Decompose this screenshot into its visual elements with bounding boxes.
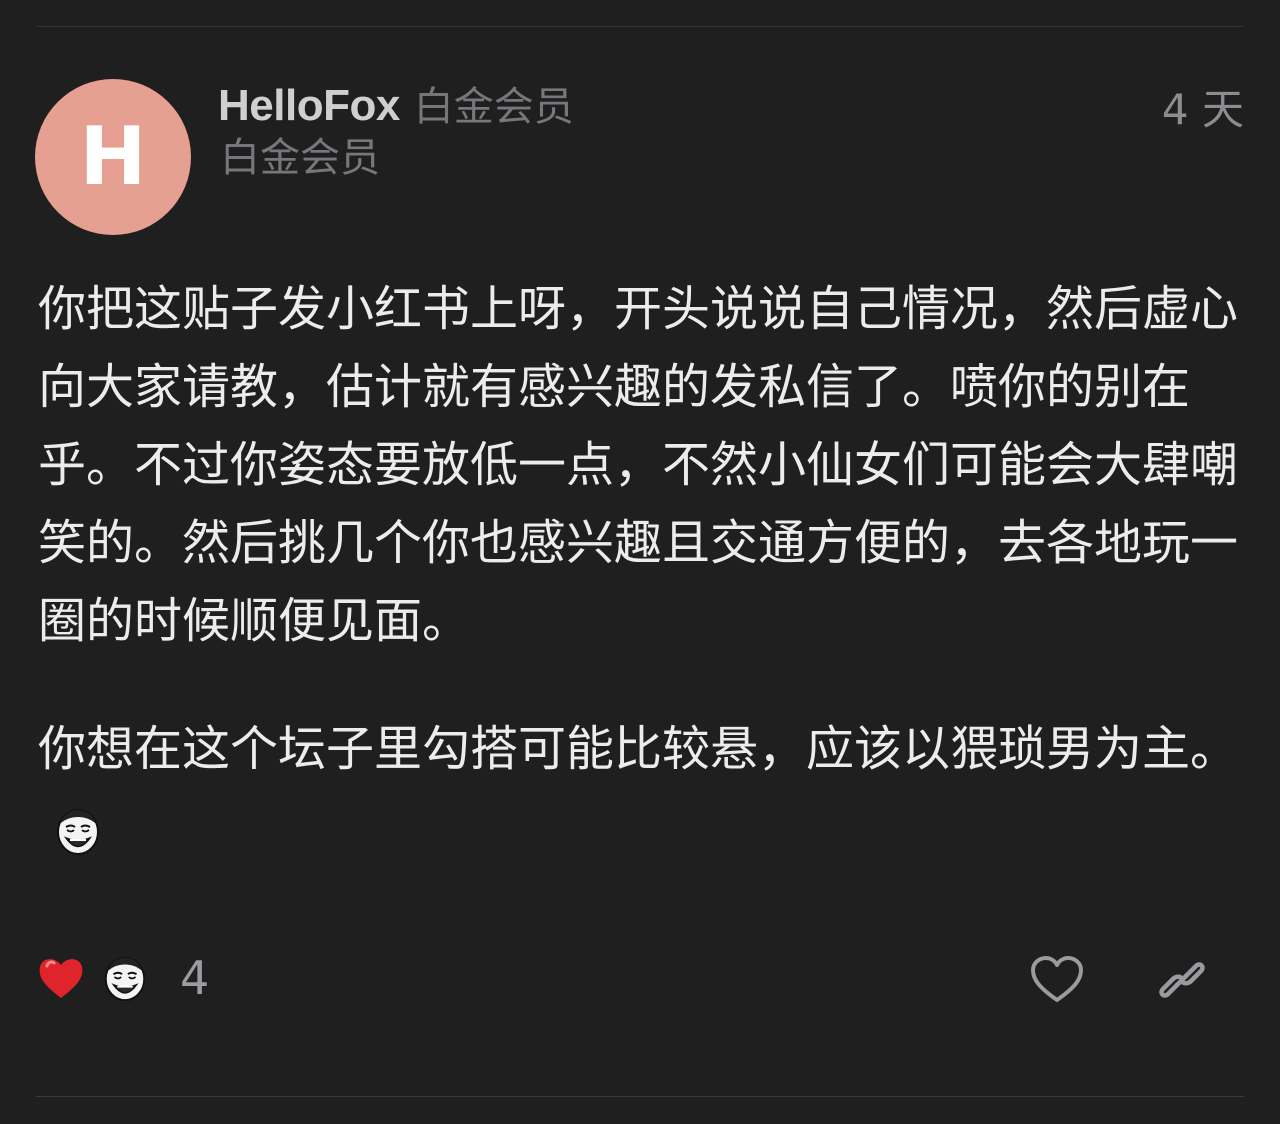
avatar[interactable]: H — [35, 79, 191, 235]
post-timestamp: 4 天 — [1161, 85, 1244, 134]
red-heart-icon[interactable] — [36, 953, 86, 1003]
post-paragraph-2: 你想在这个坛子里勾搭可能比较悬，应该以猥琐男为主。 — [38, 710, 1242, 866]
post-paragraph-1: 你把这贴子发小红书上呀，开头说说自己情况，然后虚心向大家请教，估计就有感兴趣的发… — [38, 281, 1239, 649]
heart-outline-icon — [1028, 954, 1086, 1006]
laughing-meme-face-icon — [52, 805, 104, 857]
top-divider — [36, 26, 1244, 27]
username[interactable]: HelloFox — [218, 81, 400, 130]
post-card: H HelloFox 白金会员 白金会员 4 天 你把这贴子发小红书上呀，开头说说… — [0, 0, 1280, 1124]
link-icon — [1156, 954, 1208, 1006]
bottom-divider — [36, 1096, 1244, 1097]
member-badge: 白金会员 — [413, 84, 574, 130]
avatar-letter: H — [79, 110, 147, 203]
reaction-count: 4 — [180, 951, 210, 1005]
copy-link-button[interactable] — [1156, 954, 1208, 1006]
reactions-bar: 4 — [36, 948, 209, 1008]
post-content: 你把这贴子发小红书上呀，开头说说自己情况，然后虚心向大家请教，估计就有感兴趣的发… — [38, 270, 1242, 866]
post-paragraph-2-text: 你想在这个坛子里勾搭可能比较悬，应该以猥琐男为主。 — [38, 721, 1239, 777]
member-title: 白金会员 — [220, 135, 380, 181]
laughing-meme-face-icon[interactable] — [100, 953, 150, 1003]
like-button[interactable] — [1028, 954, 1086, 1006]
